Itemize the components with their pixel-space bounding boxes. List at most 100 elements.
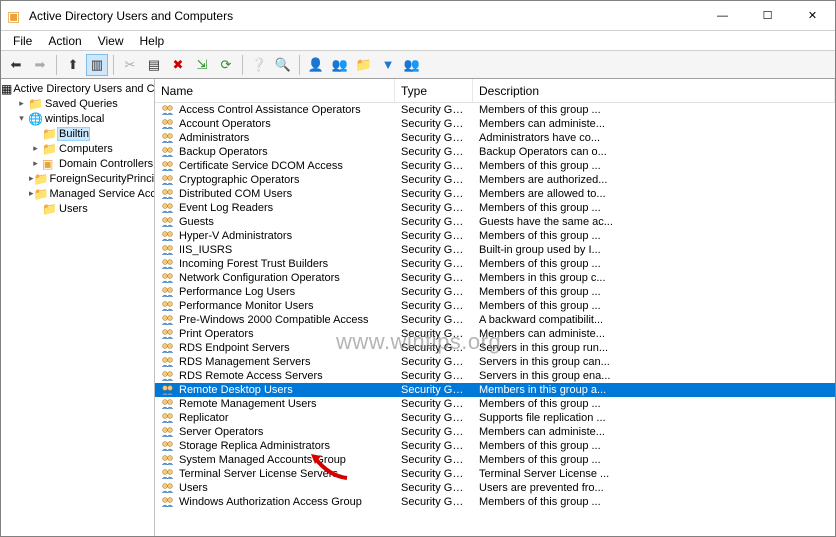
list-header: Name Type Description — [155, 79, 835, 103]
up-button[interactable]: ⬆ — [62, 54, 84, 76]
add-to-group-button[interactable]: 👥 — [401, 54, 423, 76]
list-row[interactable]: ReplicatorSecurity Group...Supports file… — [155, 411, 835, 425]
menu-action[interactable]: Action — [40, 32, 89, 50]
list-row[interactable]: Certificate Service DCOM AccessSecurity … — [155, 159, 835, 173]
row-type: Security Group... — [395, 342, 473, 354]
tree-node-foreignsecurityprincipals[interactable]: ▸📁ForeignSecurityPrincipals — [1, 171, 154, 186]
forward-button[interactable]: ➡ — [29, 54, 51, 76]
maximize-button[interactable]: ☐ — [745, 1, 790, 30]
expand-arrow-icon[interactable]: ▸ — [29, 143, 42, 154]
tree-node-wintips-local[interactable]: ▾🌐wintips.local — [1, 111, 154, 126]
expand-arrow-icon[interactable]: ▾ — [15, 113, 28, 124]
mmc-icon: ▦ — [1, 82, 12, 96]
list-row[interactable]: Performance Monitor UsersSecurity Group.… — [155, 299, 835, 313]
list-row[interactable]: RDS Remote Access ServersSecurity Group.… — [155, 369, 835, 383]
tree-node-computers[interactable]: ▸📁Computers — [1, 141, 154, 156]
col-name[interactable]: Name — [155, 79, 395, 102]
list-row[interactable]: UsersSecurity Group...Users are prevente… — [155, 481, 835, 495]
new-group-button[interactable]: 👥 — [329, 54, 351, 76]
row-type: Security Group... — [395, 314, 473, 326]
new-user-button[interactable]: 👤 — [305, 54, 327, 76]
row-name: Pre-Windows 2000 Compatible Access — [179, 314, 369, 326]
delete-button[interactable]: ✖ — [167, 54, 189, 76]
row-name: Access Control Assistance Operators — [179, 104, 361, 116]
list-pane[interactable]: Name Type Description Access Control Ass… — [155, 79, 835, 536]
expand-arrow-icon[interactable]: ▸ — [15, 98, 28, 109]
show-hide-tree-button[interactable]: ▥ — [86, 54, 108, 76]
list-row[interactable]: Backup OperatorsSecurity Group...Backup … — [155, 145, 835, 159]
row-name: Distributed COM Users — [179, 188, 292, 200]
list-row[interactable]: System Managed Accounts GroupSecurity Gr… — [155, 453, 835, 467]
help-button[interactable]: ❔ — [248, 54, 270, 76]
list-row[interactable]: Network Configuration OperatorsSecurity … — [155, 271, 835, 285]
row-name: System Managed Accounts Group — [179, 454, 346, 466]
list-row[interactable]: AdministratorsSecurity Group...Administr… — [155, 131, 835, 145]
group-icon — [161, 384, 175, 396]
row-desc: Servers in this group run... — [473, 342, 835, 354]
list-row[interactable]: RDS Management ServersSecurity Group...S… — [155, 355, 835, 369]
group-icon — [161, 412, 175, 424]
row-desc: Members are allowed to... — [473, 188, 835, 200]
list-row[interactable]: Distributed COM UsersSecurity Group...Me… — [155, 187, 835, 201]
row-name: Users — [179, 482, 208, 494]
menu-file[interactable]: File — [5, 32, 40, 50]
list-row[interactable]: Hyper-V AdministratorsSecurity Group...M… — [155, 229, 835, 243]
back-button[interactable]: ⬅ — [5, 54, 27, 76]
tree-root[interactable]: ▦ Active Directory Users and Com — [1, 81, 154, 96]
row-type: Security Group... — [395, 496, 473, 508]
properties-button[interactable]: ▤ — [143, 54, 165, 76]
col-type[interactable]: Type — [395, 79, 473, 102]
row-desc: Members of this group ... — [473, 300, 835, 312]
row-name: IIS_IUSRS — [179, 244, 232, 256]
list-row[interactable]: Access Control Assistance Operators Secur… — [155, 103, 835, 117]
list-row[interactable]: Pre-Windows 2000 Compatible Access Securi… — [155, 313, 835, 327]
row-name: Performance Log Users — [179, 286, 295, 298]
expand-arrow-icon[interactable]: ▸ — [29, 158, 42, 169]
new-ou-button[interactable]: 📁 — [353, 54, 375, 76]
list-row[interactable]: Cryptographic OperatorsSecurity Group...… — [155, 173, 835, 187]
tree-pane[interactable]: ▦ Active Directory Users and Com ▸📁Saved… — [1, 79, 155, 536]
row-desc: Members in this group c... — [473, 272, 835, 284]
list-row[interactable]: Terminal Server License ServersSecurity … — [155, 467, 835, 481]
tree-node-saved-queries[interactable]: ▸📁Saved Queries — [1, 96, 154, 111]
tree-node-domain-controllers[interactable]: ▸▣Domain Controllers — [1, 156, 154, 171]
list-row[interactable]: GuestsSecurity Group...Guests have the s… — [155, 215, 835, 229]
row-type: Security Group... — [395, 286, 473, 298]
list-row[interactable]: Windows Authorization Access GroupSecuri… — [155, 495, 835, 509]
group-icon — [161, 132, 175, 144]
refresh-button[interactable]: ⟳ — [215, 54, 237, 76]
row-desc: Members can administe... — [473, 118, 835, 130]
cut-button[interactable]: ✂ — [119, 54, 141, 76]
list-row[interactable]: Incoming Forest Trust BuildersSecurity G… — [155, 257, 835, 271]
list-row[interactable]: RDS Endpoint ServersSecurity Group...Ser… — [155, 341, 835, 355]
row-name: Performance Monitor Users — [179, 300, 314, 312]
list-row[interactable]: Performance Log UsersSecurity Group...Me… — [155, 285, 835, 299]
list-row[interactable]: IIS_IUSRSSecurity Group...Built-in group… — [155, 243, 835, 257]
list-row[interactable]: Server OperatorsSecurity Group...Members… — [155, 425, 835, 439]
close-button[interactable]: ✕ — [790, 1, 835, 30]
row-type: Security Group... — [395, 412, 473, 424]
menu-view[interactable]: View — [90, 32, 132, 50]
list-row[interactable]: Print OperatorsSecurity Group...Members … — [155, 327, 835, 341]
list-row[interactable]: Remote Management UsersSecurity Group...… — [155, 397, 835, 411]
filter-button[interactable]: ▼ — [377, 54, 399, 76]
minimize-button[interactable]: — — [700, 1, 745, 30]
tree-node-builtin[interactable]: 📁Builtin — [1, 126, 154, 141]
list-row[interactable]: Event Log ReadersSecurity Group...Member… — [155, 201, 835, 215]
col-desc[interactable]: Description — [473, 79, 835, 102]
row-desc: Members of this group ... — [473, 202, 835, 214]
tree-node-managed-service-accoun[interactable]: ▸📁Managed Service Accoun — [1, 186, 154, 201]
row-name: RDS Remote Access Servers — [179, 370, 323, 382]
tree-node-label: ForeignSecurityPrincipals — [48, 173, 154, 185]
export-button[interactable]: ⇲ — [191, 54, 213, 76]
find-button[interactable]: 🔍 — [272, 54, 294, 76]
menu-help[interactable]: Help — [132, 32, 173, 50]
group-icon — [161, 272, 175, 284]
list-row[interactable]: Account OperatorsSecurity Group...Member… — [155, 117, 835, 131]
row-type: Security Group... — [395, 104, 473, 116]
tree-node-users[interactable]: 📁Users — [1, 201, 154, 216]
list-row[interactable]: Remote Desktop UsersSecurity Group...Mem… — [155, 383, 835, 397]
list-row[interactable]: Storage Replica AdministratorsSecurity G… — [155, 439, 835, 453]
group-icon — [161, 482, 175, 494]
row-desc: Members of this group ... — [473, 258, 835, 270]
